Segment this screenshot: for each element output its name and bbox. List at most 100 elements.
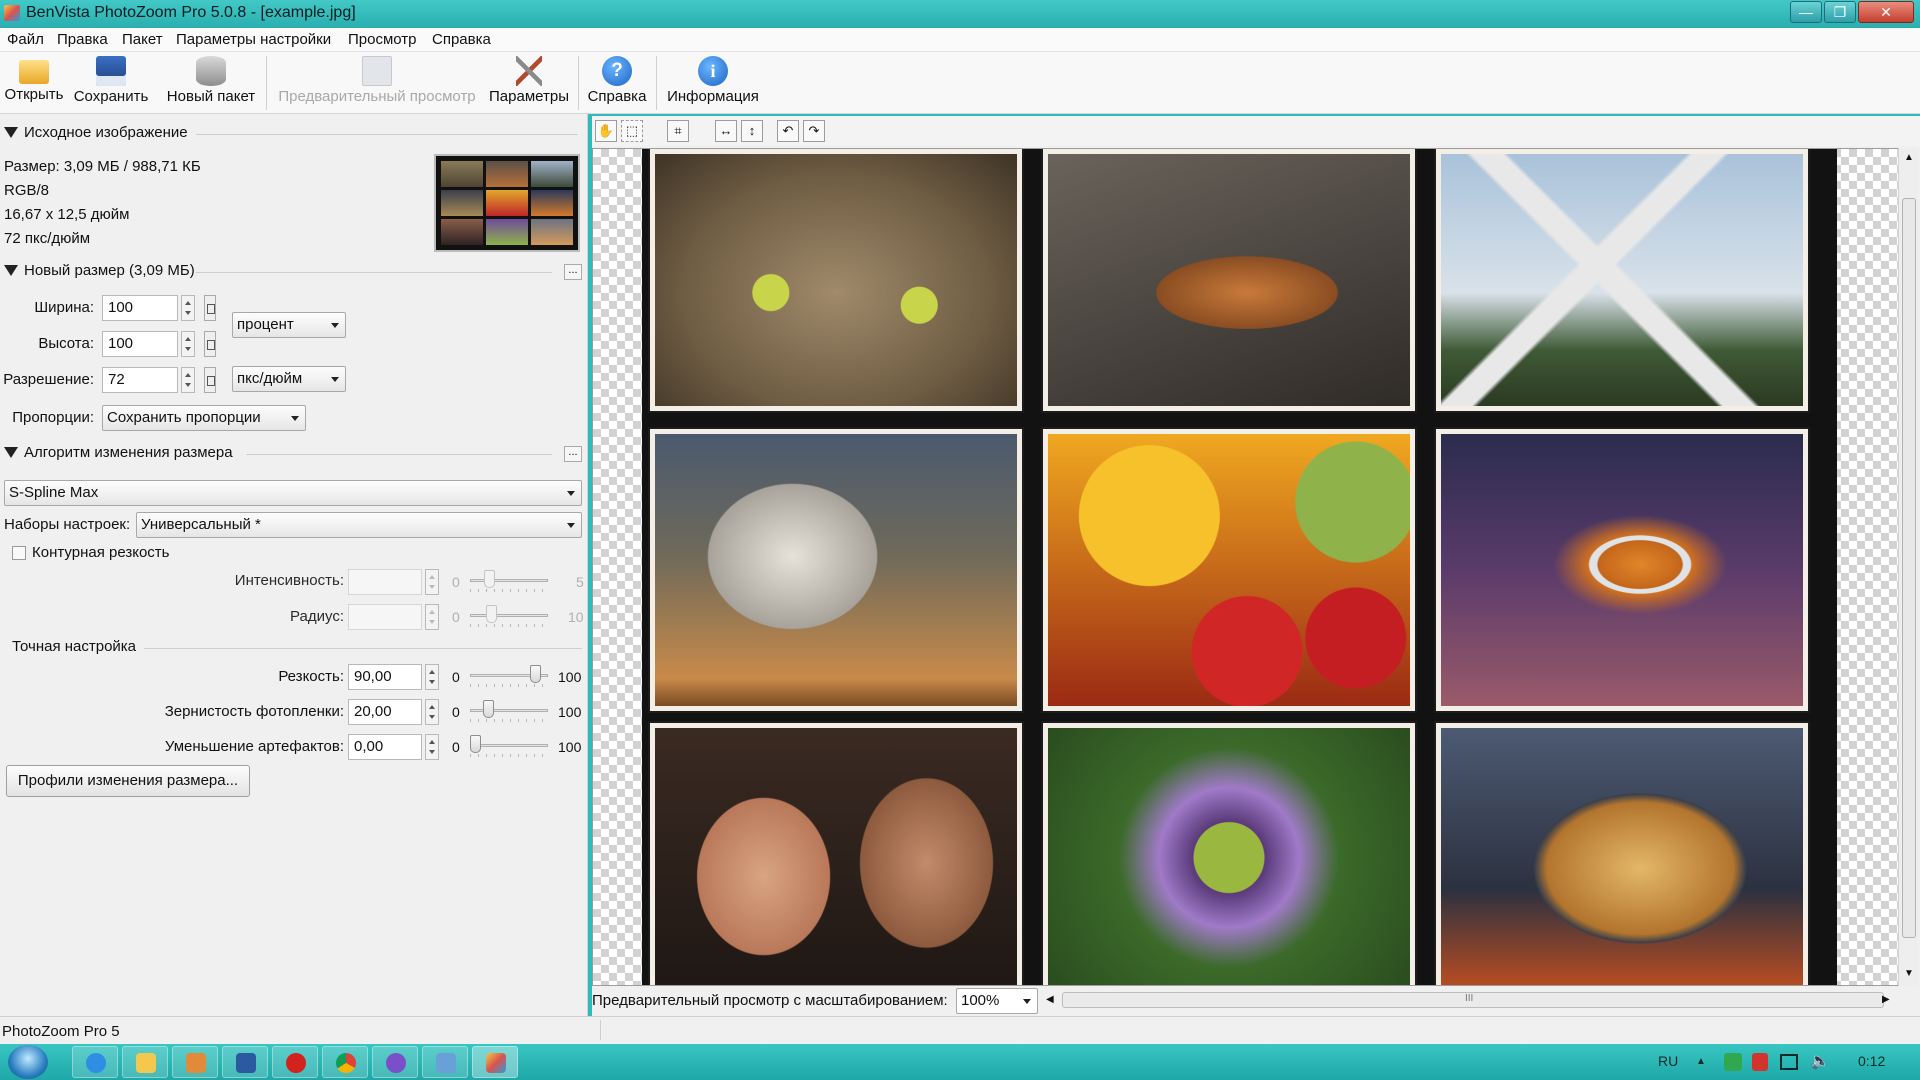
height-label: Высота: — [38, 335, 94, 352]
scroll-right-icon[interactable]: ▶ — [1882, 994, 1890, 1005]
info-button[interactable]: i Информация — [664, 54, 762, 112]
taskbar-app-explorer[interactable] — [122, 1046, 168, 1078]
zoom-select[interactable]: 100% — [956, 988, 1038, 1014]
film-grain-input[interactable]: 20,00 — [348, 699, 422, 725]
algorithm-header[interactable]: Алгоритм изменения размера — [4, 444, 233, 461]
rotate-left-icon[interactable]: ↶ — [777, 120, 799, 142]
taskbar-app-opera[interactable] — [272, 1046, 318, 1078]
save-button[interactable]: Сохранить — [72, 54, 150, 112]
slider-thumb[interactable] — [530, 665, 541, 683]
slider-thumb[interactable] — [486, 605, 497, 623]
window-title: BenVista PhotoZoom Pro 5.0.8 - [example.… — [26, 4, 356, 21]
tray-antivirus-icon[interactable] — [1752, 1053, 1768, 1071]
size-unit-select[interactable]: процент — [232, 312, 346, 338]
link-width-height-toggle[interactable] — [204, 331, 216, 357]
link-width-height-toggle[interactable] — [204, 295, 216, 321]
menu-settings[interactable]: Параметры настройки — [176, 31, 331, 48]
artifact-reduction-input[interactable]: 0,00 — [348, 734, 422, 760]
taskbar-app-media-player[interactable] — [172, 1046, 218, 1078]
source-image-header[interactable]: Исходное изображение — [4, 124, 188, 141]
vertical-scrollbar[interactable]: ▲ ▼ — [1898, 148, 1918, 986]
scroll-down-icon[interactable]: ▼ — [1904, 968, 1914, 979]
menu-help[interactable]: Справка — [432, 31, 491, 48]
resolution-unit-select[interactable]: пкс/дюйм — [232, 366, 346, 392]
resolution-input[interactable]: 72 — [102, 367, 178, 393]
radius-slider[interactable] — [470, 605, 548, 627]
artifact-reduction-slider[interactable] — [470, 735, 548, 757]
new-size-more-button[interactable]: ... — [564, 264, 582, 280]
taskbar-app-photozoom[interactable] — [472, 1046, 518, 1078]
preview-button[interactable]: Предварительный просмотр — [274, 54, 480, 112]
radius-input[interactable] — [348, 604, 422, 630]
artifact-reduction-spinner[interactable] — [425, 734, 439, 760]
taskbar-app-purple[interactable] — [372, 1046, 418, 1078]
hand-tool-icon[interactable]: ✋ — [595, 120, 617, 142]
image-canvas[interactable] — [592, 148, 1899, 986]
settings-button[interactable]: Параметры — [486, 54, 572, 112]
maximize-button[interactable]: ❐ — [1824, 1, 1856, 23]
horizontal-scrollbar-thumb[interactable]: III — [1062, 992, 1884, 1008]
language-indicator[interactable]: RU — [1658, 1053, 1678, 1069]
film-grain-spinner[interactable] — [425, 699, 439, 725]
photo-passion-flower — [1043, 723, 1415, 985]
sharpness-input[interactable]: 90,00 — [348, 664, 422, 690]
taskbar-app-ie[interactable] — [72, 1046, 118, 1078]
algorithm-more-button[interactable]: ... — [564, 446, 582, 462]
film-grain-min: 0 — [452, 704, 460, 720]
intensity-spinner[interactable] — [425, 569, 439, 595]
radius-spinner[interactable] — [425, 604, 439, 630]
notes-icon — [436, 1053, 456, 1073]
height-spinner[interactable] — [181, 331, 195, 357]
taskbar-app-notes[interactable] — [422, 1046, 468, 1078]
slider-thumb[interactable] — [484, 570, 495, 588]
menu-edit[interactable]: Правка — [57, 31, 108, 48]
start-button[interactable] — [8, 1045, 48, 1079]
open-button[interactable]: Открыть — [2, 54, 66, 112]
width-spinner[interactable] — [181, 295, 195, 321]
method-select[interactable]: S-Spline Max — [4, 480, 582, 506]
menu-file[interactable]: Файл — [7, 31, 44, 48]
intensity-min: 0 — [452, 574, 460, 590]
info-icon: i — [698, 56, 728, 86]
fit-width-icon[interactable]: ↔ — [715, 120, 737, 142]
volume-icon[interactable]: 🔈 — [1810, 1051, 1830, 1071]
menu-view[interactable]: Просмотр — [348, 31, 417, 48]
scroll-left-icon[interactable]: ◀ — [1046, 994, 1054, 1005]
proportions-select[interactable]: Сохранить пропорции — [102, 405, 306, 431]
tray-green-app-icon[interactable] — [1724, 1053, 1742, 1071]
scrollbar-thumb[interactable] — [1902, 198, 1916, 938]
slider-thumb[interactable] — [470, 735, 481, 753]
selection-tool-icon[interactable]: ⬚ — [621, 120, 643, 142]
height-input[interactable]: 100 — [102, 331, 178, 357]
tray-expand-icon[interactable]: ▲ — [1696, 1056, 1706, 1067]
menu-batch[interactable]: Пакет — [122, 31, 163, 48]
scroll-up-icon[interactable]: ▲ — [1904, 152, 1914, 163]
minimize-button[interactable]: — — [1790, 1, 1822, 23]
intensity-input[interactable] — [348, 569, 422, 595]
new-size-header[interactable]: Новый размер (3,09 МБ) — [4, 262, 195, 279]
crop-tool-icon[interactable]: ⌗ — [667, 120, 689, 142]
source-thumbnail[interactable] — [434, 154, 580, 252]
resolution-link-toggle[interactable] — [204, 367, 216, 393]
help-button[interactable]: ? Справка — [584, 54, 650, 112]
resolution-spinner[interactable] — [181, 367, 195, 393]
width-input[interactable]: 100 — [102, 295, 178, 321]
sharpness-slider[interactable] — [470, 665, 548, 687]
presets-select[interactable]: Универсальный * — [136, 512, 582, 538]
clock[interactable]: 0:12 — [1858, 1053, 1885, 1069]
unsharp-mask-checkbox[interactable] — [12, 546, 26, 560]
sharpness-spinner[interactable] — [425, 664, 439, 690]
settings-panel: Исходное изображение Размер: 3,09 МБ / 9… — [0, 114, 588, 1016]
intensity-slider[interactable] — [470, 570, 548, 592]
slider-thumb[interactable] — [483, 700, 494, 718]
network-icon[interactable] — [1780, 1054, 1798, 1070]
taskbar-app-save[interactable] — [222, 1046, 268, 1078]
film-grain-slider[interactable] — [470, 700, 548, 722]
toolbar-separator — [656, 56, 657, 110]
taskbar-app-chrome[interactable] — [322, 1046, 368, 1078]
close-button[interactable]: ✕ — [1858, 1, 1914, 23]
fit-height-icon[interactable]: ↕ — [741, 120, 763, 142]
rotate-right-icon[interactable]: ↷ — [803, 120, 825, 142]
resize-profiles-button[interactable]: Профили изменения размера... — [6, 765, 250, 797]
new-batch-button[interactable]: Новый пакет — [164, 54, 258, 112]
